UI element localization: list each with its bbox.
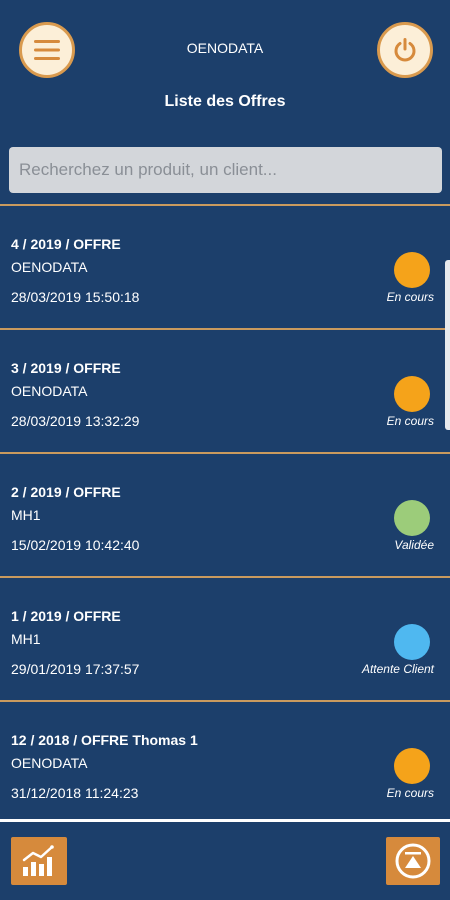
offer-client: OENODATA [11,383,88,399]
offer-date: 29/01/2019 17:37:57 [11,661,140,677]
offer-ref: 12 / 2018 / OFFRE Thomas 1 [11,732,198,748]
offer-client: OENODATA [11,259,88,275]
status-label: Attente Client [361,662,434,676]
offer-item[interactable]: 1 / 2019 / OFFRE MH1 29/01/2019 17:37:57… [0,578,450,700]
scrollbar-thumb[interactable] [445,260,450,430]
offer-date: 15/02/2019 10:42:40 [11,537,140,553]
offer-ref: 1 / 2019 / OFFRE [11,608,121,624]
offer-ref: 3 / 2019 / OFFRE [11,360,121,376]
offer-date: 28/03/2019 13:32:29 [11,413,140,429]
scroll-top-icon [395,843,431,879]
status-label: En cours [386,414,434,428]
status-label: Validée [394,538,434,552]
offer-client: MH1 [11,507,41,523]
footer-divider [0,819,450,822]
offer-ref: 2 / 2019 / OFFRE [11,484,121,500]
statistics-button[interactable] [11,837,67,885]
logout-button[interactable] [377,22,433,78]
status-indicator [394,624,430,660]
offer-item[interactable]: 4 / 2019 / OFFRE OENODATA 28/03/2019 15:… [0,206,450,328]
offer-date: 31/12/2018 11:24:23 [11,785,139,801]
search-input[interactable] [9,147,442,193]
app-header: OENODATA Liste des Offres [0,0,450,140]
scroll-top-button[interactable] [386,837,440,885]
offer-item[interactable]: 12 / 2018 / OFFRE Thomas 1 OENODATA 31/1… [0,702,450,824]
page-title: Liste des Offres [164,93,286,110]
status-indicator [394,252,430,288]
offer-date: 28/03/2019 15:50:18 [11,289,140,305]
status-indicator [394,500,430,536]
status-label: En cours [386,786,434,800]
status-indicator [394,748,430,784]
status-label: En cours [386,290,434,304]
offer-client: OENODATA [11,755,88,771]
status-indicator [394,376,430,412]
power-icon [394,38,416,62]
chart-icon [22,845,54,876]
offer-item[interactable]: 2 / 2019 / OFFRE MH1 15/02/2019 10:42:40… [0,454,450,576]
offer-ref: 4 / 2019 / OFFRE [11,236,121,252]
offer-item[interactable]: 3 / 2019 / OFFRE OENODATA 28/03/2019 13:… [0,330,450,452]
offer-list: 4 / 2019 / OFFRE OENODATA 28/03/2019 15:… [0,204,450,824]
offer-client: MH1 [11,631,41,647]
